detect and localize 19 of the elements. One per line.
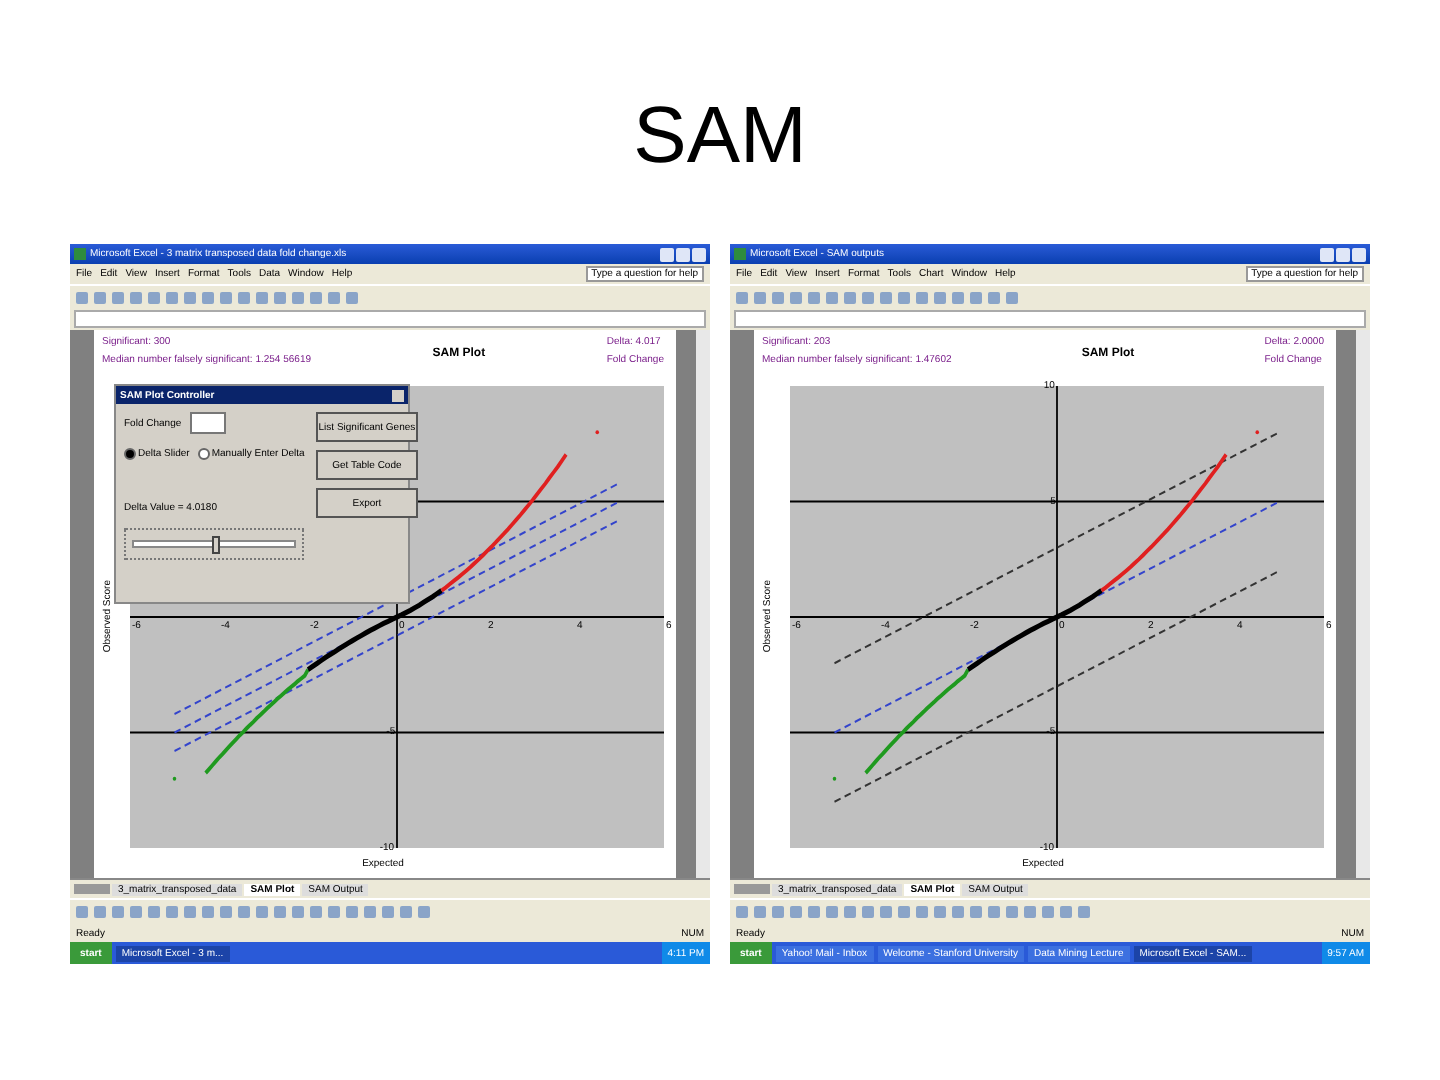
formula-bar[interactable] (734, 310, 1366, 328)
sheet-nav-icon[interactable] (734, 884, 770, 894)
formula-bar[interactable] (74, 310, 706, 328)
sheet-nav-icon[interactable] (74, 884, 110, 894)
input-field[interactable] (189, 412, 226, 434)
excel-icon (734, 248, 746, 260)
slide-title: SAM (633, 90, 807, 184)
close-button[interactable] (1352, 247, 1366, 261)
maximize-button[interactable] (676, 247, 690, 261)
close-button[interactable] (692, 247, 706, 261)
slider-handle[interactable] (211, 536, 220, 554)
close-button[interactable] (392, 389, 404, 401)
slider[interactable] (124, 528, 305, 560)
minimize-button[interactable] (660, 247, 674, 261)
scrollbar[interactable] (1356, 330, 1370, 878)
maximize-button[interactable] (1336, 247, 1350, 261)
excel-icon (74, 248, 86, 260)
minimize-button[interactable] (1320, 247, 1334, 261)
scrollbar[interactable] (696, 330, 710, 878)
